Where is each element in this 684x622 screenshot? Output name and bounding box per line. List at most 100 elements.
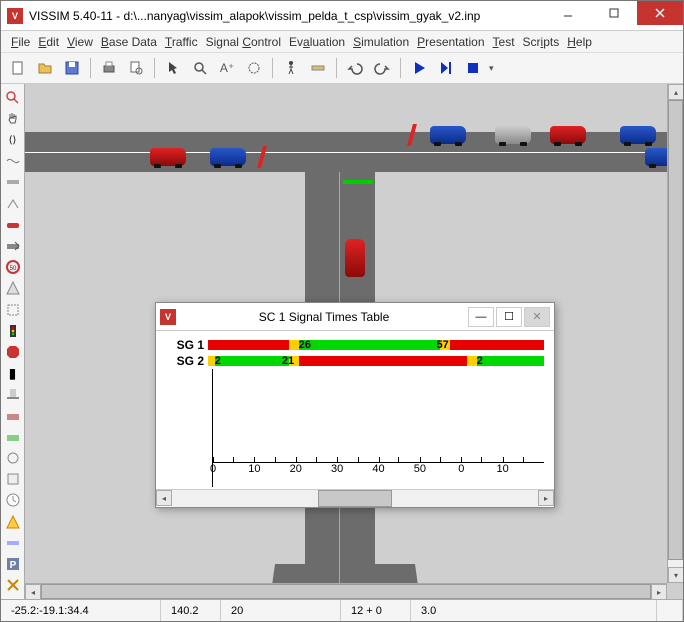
dialog-minimize-button[interactable]: — (468, 307, 494, 327)
vehicle-blue (430, 126, 466, 144)
menu-base-data[interactable]: Base Data (101, 35, 157, 49)
vehicle-red (150, 148, 186, 166)
tool-misc1-icon[interactable] (3, 385, 23, 404)
zoom-fit-icon[interactable] (243, 57, 265, 79)
tool-bus-icon[interactable]: ▮ (3, 364, 23, 383)
sg-bar-2: 2 21 2 (208, 356, 544, 366)
dialog-title: SC 1 Signal Times Table (182, 310, 466, 324)
tool-palette: ⟨⟩ 50 ▮ P (1, 84, 25, 599)
tool-parking-icon[interactable]: P (3, 554, 23, 573)
menu-edit[interactable]: Edit (38, 35, 59, 49)
tool-travel-time-icon[interactable] (3, 512, 23, 531)
tool-connector-icon[interactable] (3, 173, 23, 192)
tool-magnify-icon[interactable] (3, 88, 23, 107)
status-d: 3.0 (411, 600, 657, 621)
menu-simulation[interactable]: Simulation (353, 35, 409, 49)
tool-route-icon[interactable] (3, 194, 23, 213)
redo-icon[interactable] (371, 57, 393, 79)
workspace: ⟨⟩ 50 ▮ P (1, 84, 683, 599)
tool-detector-icon[interactable] (3, 300, 23, 319)
tool-cross-icon[interactable] (3, 576, 23, 595)
tool-stop-sign-icon[interactable] (3, 342, 23, 361)
tool-pt-line-icon[interactable] (3, 427, 23, 446)
sg-row-2: SG 2 2 21 2 (166, 353, 544, 369)
main-toolbar: A⁺ ▾ (1, 53, 683, 83)
app-icon: V (7, 8, 23, 24)
status-extra (657, 600, 683, 621)
tool-vehicle-icon[interactable] (3, 215, 23, 234)
title-bar: V VISSIM 5.40-11 - d:\...nanyag\vissim_a… (1, 1, 683, 31)
open-file-icon[interactable] (34, 57, 56, 79)
minimize-button[interactable] (545, 1, 591, 25)
tool-conflict-icon[interactable] (3, 279, 23, 298)
tool-node-icon[interactable] (3, 448, 23, 467)
lane-marking (25, 152, 683, 153)
menu-scripts[interactable]: Scripts (523, 35, 560, 49)
tool-desired-speed-icon[interactable] (3, 236, 23, 255)
pedestrian-icon[interactable] (280, 57, 302, 79)
print-icon[interactable] (98, 57, 120, 79)
svg-text:50: 50 (9, 266, 16, 272)
window-title: VISSIM 5.40-11 - d:\...nanyag\vissim_ala… (29, 9, 545, 23)
main-window: V VISSIM 5.40-11 - d:\...nanyag\vissim_a… (0, 0, 684, 622)
play-icon[interactable] (408, 57, 430, 79)
tool-data-collect-icon[interactable] (3, 470, 23, 489)
menu-signal-control[interactable]: Signal Control (206, 35, 281, 49)
tool-queue-icon[interactable] (3, 491, 23, 510)
sg1-mark-b: 57 (436, 339, 448, 351)
status-c: 12 + 0 (341, 600, 411, 621)
dialog-horizontal-scrollbar[interactable]: ◂ ▸ (156, 489, 554, 507)
horizontal-scrollbar[interactable]: ◂ ▸ (25, 583, 667, 599)
sg2-mark-b: 21 (282, 355, 294, 367)
zoom-icon[interactable] (189, 57, 211, 79)
menu-file[interactable]: File (11, 35, 30, 49)
sg-label: SG 2 (166, 354, 208, 368)
pointer-icon[interactable] (162, 57, 184, 79)
time-axis-area: 0 10 20 30 40 50 0 10 (212, 369, 544, 487)
tool-pavement-icon[interactable] (3, 533, 23, 552)
menu-bar: File Edit View Base Data Traffic Signal … (1, 31, 683, 53)
new-file-icon[interactable] (7, 57, 29, 79)
menu-view[interactable]: View (67, 35, 93, 49)
status-bar: -25.2:-19.1:34.4 140.2 20 12 + 0 3.0 (1, 599, 683, 621)
tool-pan-icon[interactable] (3, 109, 23, 128)
sg-row-1: SG 1 26 57 (166, 337, 544, 353)
ruler-icon[interactable] (307, 57, 329, 79)
undo-icon[interactable] (344, 57, 366, 79)
save-file-icon[interactable] (61, 57, 83, 79)
dialog-title-bar[interactable]: V SC 1 Signal Times Table — ☐ ✕ (156, 303, 554, 331)
tool-reduced-speed-icon[interactable]: 50 (3, 258, 23, 277)
menu-test[interactable]: Test (493, 35, 515, 49)
axis-ticks: 0 10 20 30 40 50 0 10 (213, 463, 544, 473)
menu-presentation[interactable]: Presentation (417, 35, 484, 49)
tool-signal-head-icon[interactable] (3, 321, 23, 340)
zoom-reset-icon[interactable]: A⁺ (216, 57, 238, 79)
close-button[interactable] (637, 1, 683, 25)
signal-times-dialog: V SC 1 Signal Times Table — ☐ ✕ SG 1 (155, 302, 555, 508)
sg1-mark-a: 26 (299, 339, 311, 351)
vertical-scrollbar[interactable]: ▴ ▾ (667, 84, 683, 583)
print-preview-icon[interactable] (125, 57, 147, 79)
menu-evaluation[interactable]: Evaluation (289, 35, 345, 49)
menu-help[interactable]: Help (567, 35, 592, 49)
status-b: 20 (221, 600, 341, 621)
sg-label: SG 1 (166, 338, 208, 352)
sg2-mark-a: 2 (215, 355, 221, 367)
tool-section-icon[interactable]: ⟨⟩ (3, 130, 23, 149)
step-icon[interactable] (435, 57, 457, 79)
dialog-close-button[interactable]: ✕ (524, 307, 550, 327)
vehicle-blue (620, 126, 656, 144)
toolbar-area: A⁺ ▾ (1, 53, 683, 84)
dialog-maximize-button[interactable]: ☐ (496, 307, 522, 327)
menu-traffic[interactable]: Traffic (165, 35, 198, 49)
stop-icon[interactable] (462, 57, 484, 79)
sg2-mark-c: 2 (477, 355, 483, 367)
maximize-button[interactable] (591, 1, 637, 25)
vehicle-grey (495, 126, 531, 144)
network-view[interactable]: ▴ ▾ ◂ ▸ V SC 1 Signal Times Table — ☐ ✕ (25, 84, 683, 599)
vehicle-red-vertical (345, 239, 365, 277)
tool-link-icon[interactable] (3, 152, 23, 171)
svg-text:P: P (9, 560, 16, 571)
tool-pt-stop-icon[interactable] (3, 406, 23, 425)
status-a: 140.2 (161, 600, 221, 621)
